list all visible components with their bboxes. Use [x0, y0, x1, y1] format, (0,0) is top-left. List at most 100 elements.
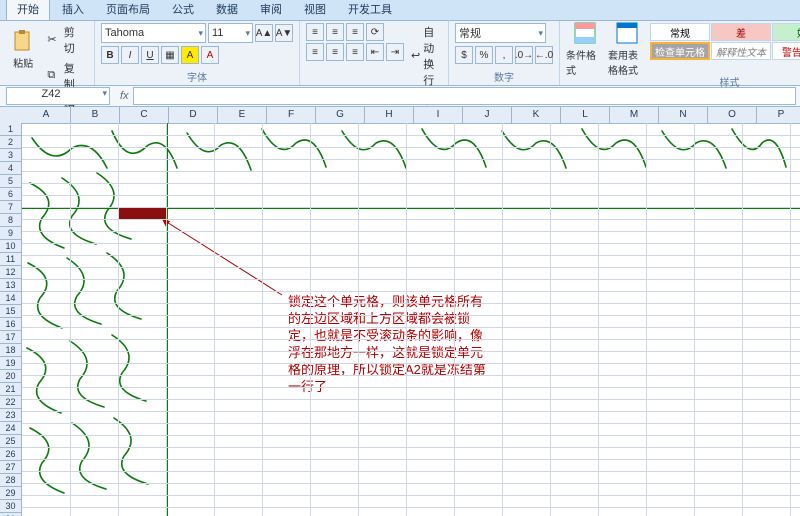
tab-home[interactable]: 开始	[6, 0, 50, 20]
row-header-7[interactable]: 7	[0, 201, 22, 214]
cond-format-button[interactable]: 条件格式	[566, 23, 604, 73]
inc-decimal-button[interactable]: .0→	[515, 46, 533, 64]
worksheet-grid[interactable]: ABCDEFGHIJKLMNOPQ 1234567891011121314151…	[0, 107, 800, 516]
number-format-combo[interactable]: 常规	[455, 23, 546, 43]
tab-insert[interactable]: 插入	[52, 0, 94, 20]
wrap-text-button[interactable]: ↩自动换行	[408, 23, 442, 89]
row-header-29[interactable]: 29	[0, 487, 22, 500]
row-header-2[interactable]: 2	[0, 136, 22, 149]
row-header-23[interactable]: 23	[0, 409, 22, 422]
font-color-button[interactable]: A	[201, 46, 219, 64]
style-cell[interactable]: 警告文本	[772, 42, 800, 60]
align-left-button[interactable]: ≡	[306, 43, 324, 61]
bold-button[interactable]: B	[101, 46, 119, 64]
decrease-font-button[interactable]: A▼	[275, 24, 293, 42]
cut-button[interactable]: ✂剪切	[44, 23, 88, 57]
style-cell[interactable]: 常规	[650, 23, 710, 41]
col-header-J[interactable]: J	[463, 107, 512, 124]
col-header-B[interactable]: B	[71, 107, 120, 124]
row-header-26[interactable]: 26	[0, 448, 22, 461]
row-header-18[interactable]: 18	[0, 344, 22, 357]
row-header-11[interactable]: 11	[0, 253, 22, 266]
border-button[interactable]: ▦	[161, 46, 179, 64]
col-header-H[interactable]: H	[365, 107, 414, 124]
col-header-O[interactable]: O	[708, 107, 757, 124]
row-header-21[interactable]: 21	[0, 383, 22, 396]
row-header-1[interactable]: 1	[0, 123, 22, 136]
formula-input[interactable]	[133, 87, 796, 105]
row-header-3[interactable]: 3	[0, 149, 22, 162]
increase-font-button[interactable]: A▲	[255, 24, 273, 42]
row-header-19[interactable]: 19	[0, 357, 22, 370]
row-header-20[interactable]: 20	[0, 370, 22, 383]
row-header-27[interactable]: 27	[0, 461, 22, 474]
col-header-M[interactable]: M	[610, 107, 659, 124]
col-header-I[interactable]: I	[414, 107, 463, 124]
row-header-14[interactable]: 14	[0, 292, 22, 305]
dec-decimal-button[interactable]: ←.0	[535, 46, 553, 64]
row-header-6[interactable]: 6	[0, 188, 22, 201]
orientation-button[interactable]: ⟳	[366, 23, 384, 41]
row-header-30[interactable]: 30	[0, 500, 22, 513]
tab-formulas[interactable]: 公式	[162, 0, 204, 20]
row-header-8[interactable]: 8	[0, 214, 22, 227]
paste-button[interactable]: 粘贴	[6, 23, 40, 73]
highlighted-cell[interactable]	[118, 207, 166, 219]
col-header-E[interactable]: E	[218, 107, 267, 124]
row-header-9[interactable]: 9	[0, 227, 22, 240]
col-header-F[interactable]: F	[267, 107, 316, 124]
tab-pagelayout[interactable]: 页面布局	[96, 0, 160, 20]
row-header-17[interactable]: 17	[0, 331, 22, 344]
underline-button[interactable]: U	[141, 46, 159, 64]
row-header-10[interactable]: 10	[0, 240, 22, 253]
tab-devtools[interactable]: 开发工具	[338, 0, 402, 20]
cell-styles-gallery[interactable]: 常规差好适中检查单元格解释性文本警告文本链接单元格	[650, 23, 800, 60]
font-name-combo[interactable]: Tahoma	[101, 23, 206, 43]
align-right-button[interactable]: ≡	[346, 43, 364, 61]
align-center-button[interactable]: ≡	[326, 43, 344, 61]
tab-data[interactable]: 数据	[206, 0, 248, 20]
align-top-button[interactable]: ≡	[306, 23, 324, 41]
comma-button[interactable]: ,	[495, 46, 513, 64]
name-box[interactable]: Z42	[6, 87, 110, 105]
row-header-22[interactable]: 22	[0, 396, 22, 409]
percent-button[interactable]: %	[475, 46, 493, 64]
row-header-4[interactable]: 4	[0, 162, 22, 175]
row-headers[interactable]: 1234567891011121314151617181920212223242…	[0, 123, 22, 516]
row-header-25[interactable]: 25	[0, 435, 22, 448]
tab-review[interactable]: 审阅	[250, 0, 292, 20]
col-header-D[interactable]: D	[169, 107, 218, 124]
row-header-13[interactable]: 13	[0, 279, 22, 292]
indent-dec-button[interactable]: ⇤	[366, 43, 384, 61]
col-header-K[interactable]: K	[512, 107, 561, 124]
align-middle-button[interactable]: ≡	[326, 23, 344, 41]
font-size-combo[interactable]: 11	[208, 23, 253, 43]
style-cell[interactable]: 检查单元格	[650, 42, 710, 60]
align-bottom-button[interactable]: ≡	[346, 23, 364, 41]
style-cell[interactable]: 好	[772, 23, 800, 41]
italic-button[interactable]: I	[121, 46, 139, 64]
row-header-15[interactable]: 15	[0, 305, 22, 318]
tab-view[interactable]: 视图	[294, 0, 336, 20]
row-header-16[interactable]: 16	[0, 318, 22, 331]
col-header-N[interactable]: N	[659, 107, 708, 124]
currency-button[interactable]: $	[455, 46, 473, 64]
fill-color-button[interactable]: A	[181, 46, 199, 64]
col-header-L[interactable]: L	[561, 107, 610, 124]
column-headers[interactable]: ABCDEFGHIJKLMNOPQ	[22, 107, 800, 123]
row-header-12[interactable]: 12	[0, 266, 22, 279]
select-all-corner[interactable]	[0, 107, 23, 124]
row-header-24[interactable]: 24	[0, 422, 22, 435]
col-header-A[interactable]: A	[22, 107, 71, 124]
style-cell[interactable]: 解释性文本	[711, 42, 771, 60]
cells-area[interactable]: 锁定这个单元格，则该单元格所有的左边区域和上方区域都会被锁定，也就是不受滚动条的…	[22, 123, 800, 516]
col-header-G[interactable]: G	[316, 107, 365, 124]
col-header-P[interactable]: P	[757, 107, 800, 124]
row-header-5[interactable]: 5	[0, 175, 22, 188]
indent-inc-button[interactable]: ⇥	[386, 43, 404, 61]
row-header-28[interactable]: 28	[0, 474, 22, 487]
col-header-C[interactable]: C	[120, 107, 169, 124]
fx-icon[interactable]: fx	[116, 90, 133, 102]
table-format-button[interactable]: 套用表格格式	[608, 23, 646, 73]
style-cell[interactable]: 差	[711, 23, 771, 41]
